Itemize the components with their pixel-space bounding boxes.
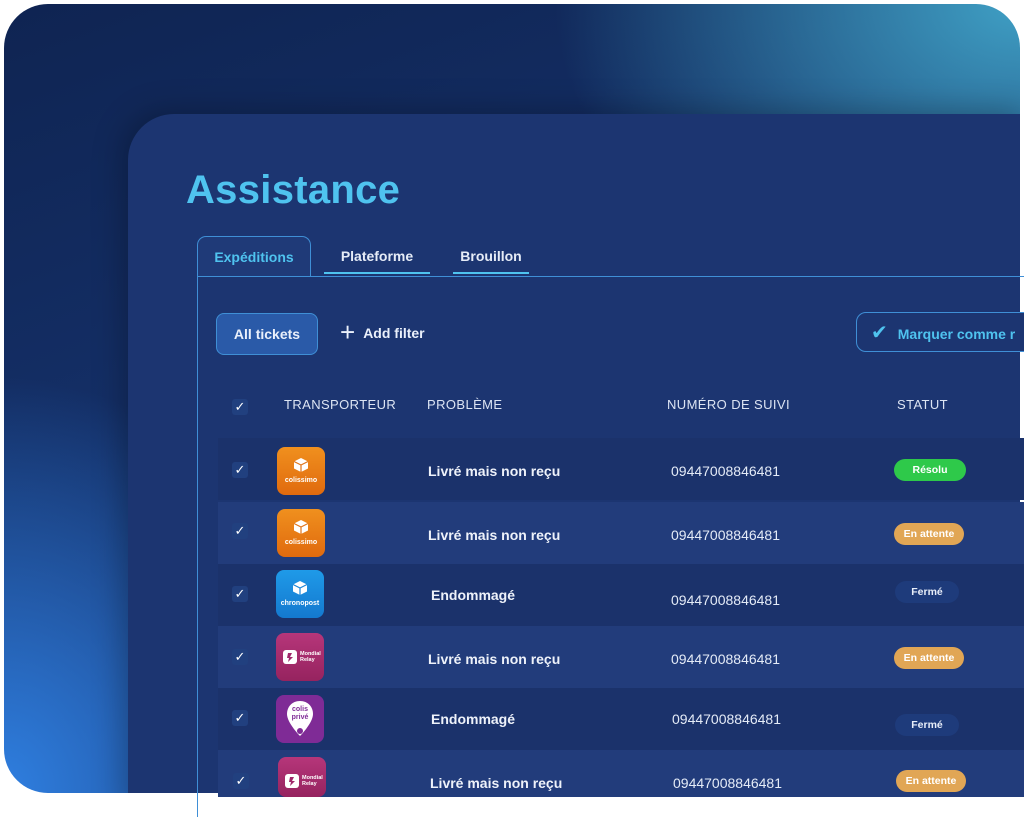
tab-expeditions[interactable]: Expéditions bbox=[197, 236, 311, 277]
mark-as-button[interactable]: ✔ Marquer comme r bbox=[856, 312, 1024, 352]
carrier-name: Mondial Relay bbox=[300, 651, 321, 663]
tab-plateforme[interactable]: Plateforme bbox=[324, 236, 430, 276]
tracking-number: 09447008846481 bbox=[671, 592, 781, 608]
status-badge: Fermé bbox=[895, 714, 959, 736]
problem-cell: Livré mais non reçu bbox=[428, 527, 561, 543]
add-filter-button[interactable]: + Add filter bbox=[340, 313, 425, 353]
status-badge: Fermé bbox=[895, 581, 959, 603]
problem-cell: Livré mais non reçu bbox=[430, 775, 563, 791]
plus-icon: + bbox=[340, 317, 356, 348]
tracking-number: 09447008846481 bbox=[673, 775, 783, 791]
problem-cell: Endommagé bbox=[431, 587, 516, 603]
carrier-name: colissimo bbox=[284, 539, 318, 546]
tracking-number: 09447008846481 bbox=[671, 651, 781, 667]
mark-as-label: Marquer comme r bbox=[897, 326, 1016, 342]
row-checkbox[interactable]: ✓ bbox=[232, 710, 248, 726]
check-icon: ✔ bbox=[871, 322, 888, 344]
tab-underline bbox=[453, 272, 529, 274]
problem-cell: Endommagé bbox=[431, 711, 516, 727]
row-checkbox[interactable]: ✓ bbox=[232, 523, 248, 539]
box-icon bbox=[292, 581, 308, 595]
tab-underline bbox=[324, 272, 430, 274]
carrier-name: colis privé bbox=[291, 706, 309, 721]
column-header-carrier[interactable]: TRANSPORTEUR bbox=[284, 397, 396, 412]
colissimo-logo: colissimo bbox=[277, 447, 325, 495]
row-checkbox[interactable]: ✓ bbox=[232, 586, 248, 602]
colis-prive-logo: colis privé bbox=[276, 695, 324, 743]
all-tickets-button[interactable]: All tickets bbox=[216, 313, 318, 355]
select-all-checkbox[interactable]: ✓ bbox=[232, 399, 248, 415]
status-badge: En attente bbox=[896, 770, 966, 792]
mondial-relay-logo: Mondial Relay bbox=[278, 757, 326, 797]
row-checkbox[interactable]: ✓ bbox=[232, 649, 248, 665]
column-header-problem[interactable]: PROBLÈME bbox=[427, 397, 502, 412]
carrier-name: colissimo bbox=[284, 477, 318, 484]
colissimo-logo: colissimo bbox=[277, 509, 325, 557]
box-icon bbox=[293, 520, 309, 534]
tab-brouillon[interactable]: Brouillon bbox=[453, 236, 529, 276]
page-title: Assistance bbox=[186, 168, 401, 212]
carrier-name: Mondial Relay bbox=[302, 775, 323, 787]
status-badge: En attente bbox=[894, 523, 964, 545]
tab-plateforme-label: Plateforme bbox=[340, 248, 414, 264]
row-checkbox[interactable]: ✓ bbox=[232, 462, 248, 478]
column-header-tracking[interactable]: NUMÉRO DE SUIVI bbox=[667, 397, 790, 412]
tracking-number: 09447008846481 bbox=[672, 711, 782, 727]
carrier-name: chronopost bbox=[280, 600, 320, 607]
add-filter-label: Add filter bbox=[363, 325, 425, 341]
status-badge: En attente bbox=[894, 647, 964, 669]
column-header-status[interactable]: STATUT bbox=[897, 397, 948, 412]
problem-cell: Livré mais non reçu bbox=[428, 651, 561, 667]
tracking-number: 09447008846481 bbox=[671, 463, 781, 479]
chronopost-logo: chronopost bbox=[276, 570, 324, 618]
tab-brouillon-label: Brouillon bbox=[460, 248, 522, 264]
tracking-number: 09447008846481 bbox=[671, 527, 781, 543]
mondial-relay-logo: Mondial Relay bbox=[276, 633, 324, 681]
relay-icon bbox=[283, 650, 297, 664]
problem-cell: Livré mais non reçu bbox=[428, 463, 561, 479]
row-checkbox[interactable]: ✓ bbox=[233, 773, 249, 789]
box-icon bbox=[293, 458, 309, 472]
status-badge: Résolu bbox=[894, 459, 966, 481]
relay-icon bbox=[285, 774, 299, 788]
